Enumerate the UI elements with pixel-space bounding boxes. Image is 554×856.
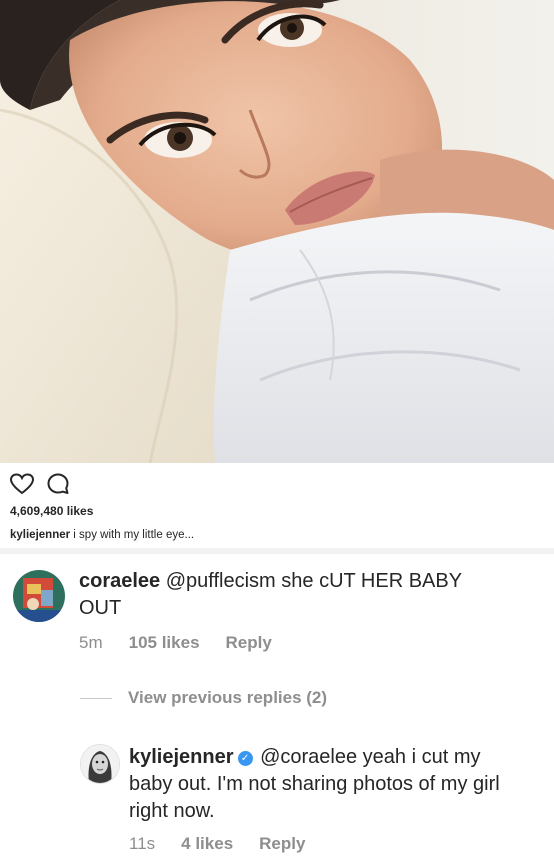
reply-button[interactable]: Reply bbox=[259, 834, 305, 854]
reply-text: kyliejenner ✓ @coraelee yeah i cut my bab… bbox=[129, 744, 554, 825]
reply-body-line1: @coraelee yeah i cut my bbox=[260, 746, 481, 768]
caption-text: i spy with my little eye... bbox=[73, 529, 195, 541]
verified-badge-icon: ✓ bbox=[237, 751, 253, 766]
comment-body-line2: OUT bbox=[79, 597, 122, 619]
comment-text: coraelee @pufflecism she cUT HER BABY OU… bbox=[79, 568, 539, 622]
avatar[interactable] bbox=[13, 570, 65, 622]
comment-likes[interactable]: 105 likes bbox=[129, 633, 200, 653]
reply-thread-line bbox=[80, 697, 112, 699]
post-actions bbox=[9, 472, 70, 501]
comment-time: 5m bbox=[79, 633, 103, 652]
comment-username[interactable]: coraelee bbox=[79, 570, 160, 592]
comment-bubble-icon[interactable] bbox=[46, 472, 70, 501]
caption-username[interactable]: kyliejenner bbox=[10, 529, 70, 541]
reply-time: 11s bbox=[129, 834, 156, 853]
comment-meta: 5m 105 likes Reply bbox=[79, 633, 272, 653]
post-photo[interactable] bbox=[0, 0, 554, 463]
view-previous-replies[interactable]: View previous replies (2) bbox=[80, 688, 327, 708]
comment-body-line1: @pufflecism she cUT HER BABY bbox=[165, 570, 463, 592]
heart-icon[interactable] bbox=[9, 472, 35, 500]
reply-body-line3: right now. bbox=[129, 800, 215, 822]
photo-illustration bbox=[0, 0, 554, 463]
avatar[interactable] bbox=[80, 744, 120, 784]
instagram-post-screenshot: 4,609,480 likes kyliejenner i spy with m… bbox=[0, 0, 554, 856]
view-previous-replies-label[interactable]: View previous replies (2) bbox=[128, 688, 327, 708]
section-divider bbox=[0, 548, 554, 554]
reply-body-line2: baby out. I'm not sharing photos of my g… bbox=[129, 773, 500, 795]
likes-count[interactable]: 4,609,480 likes bbox=[10, 504, 93, 518]
reply-likes[interactable]: 4 likes bbox=[181, 834, 233, 854]
reply-button[interactable]: Reply bbox=[226, 633, 272, 653]
reply-username[interactable]: kyliejenner bbox=[129, 746, 234, 768]
post-caption: kyliejenner i spy with my little eye... bbox=[10, 529, 194, 541]
reply-meta: 11s 4 likes Reply bbox=[129, 834, 305, 854]
